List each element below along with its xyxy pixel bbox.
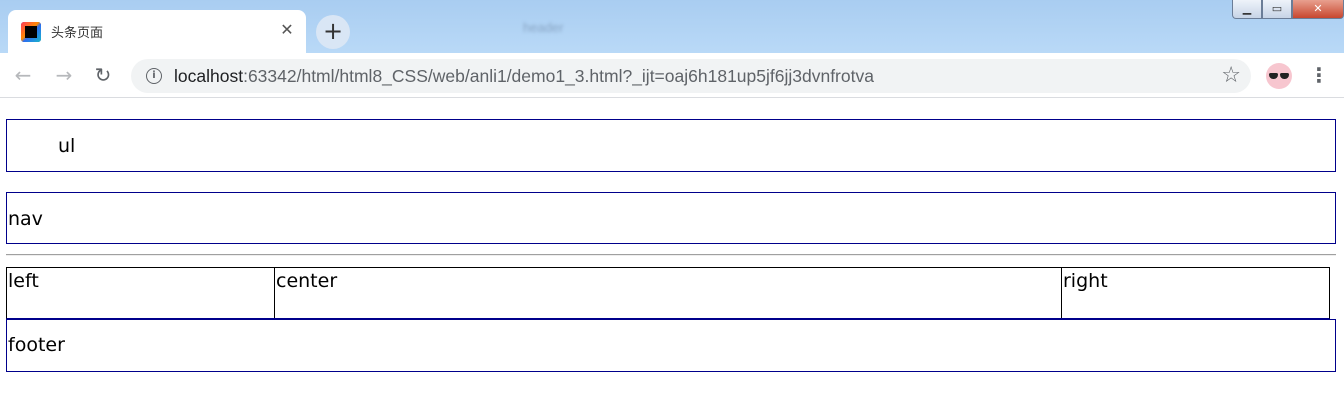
minimize-icon[interactable]: ▁ xyxy=(1232,0,1262,19)
footer-section: footer xyxy=(6,319,1336,372)
left-column: left xyxy=(7,268,275,318)
center-column: center xyxy=(275,268,1062,318)
nav-section: nav xyxy=(6,192,1336,244)
profile-avatar-icon[interactable] xyxy=(1266,63,1292,89)
address-bar[interactable]: i localhost:63342/html/html8_CSS/web/anl… xyxy=(131,59,1251,93)
center-label: center xyxy=(276,270,338,292)
left-label: left xyxy=(8,270,39,292)
info-icon[interactable]: i xyxy=(146,68,162,84)
ul-section: ul xyxy=(6,119,1336,172)
url-text[interactable]: localhost:63342/html/html8_CSS/web/anli1… xyxy=(174,66,874,87)
horizontal-rule xyxy=(6,254,1336,256)
right-label: right xyxy=(1063,270,1108,292)
background-window-text: header xyxy=(523,20,564,35)
ul-label: ul xyxy=(58,135,76,157)
close-icon[interactable]: ✕ xyxy=(278,21,296,39)
window-controls: ▁ ▭ ✕ xyxy=(1232,0,1344,20)
star-icon[interactable]: ☆ xyxy=(1221,63,1241,88)
footer-label: footer xyxy=(8,334,65,356)
arrow-left-icon[interactable]: ← xyxy=(11,63,35,87)
url-host: localhost xyxy=(174,66,244,86)
maximize-icon[interactable]: ▭ xyxy=(1262,0,1292,19)
content-row: left center right xyxy=(6,267,1330,319)
kebab-menu-icon[interactable]: ⋮ xyxy=(1309,62,1329,88)
plus-icon[interactable]: + xyxy=(316,15,350,49)
close-window-icon[interactable]: ✕ xyxy=(1292,0,1344,19)
right-column: right xyxy=(1062,268,1329,318)
tab-strip: header 头条页面 ✕ + ▁ ▭ ✕ xyxy=(0,0,1344,53)
nav-label: nav xyxy=(8,208,43,230)
arrow-right-icon[interactable]: → xyxy=(52,63,76,87)
reload-icon[interactable]: ↻ xyxy=(91,63,115,87)
tab-title: 头条页面 xyxy=(51,26,104,41)
browser-toolbar: ← → ↻ i localhost:63342/html/html8_CSS/w… xyxy=(0,53,1344,98)
active-tab[interactable]: 头条页面 ✕ xyxy=(8,10,306,53)
intellij-favicon-icon xyxy=(21,22,41,42)
url-path: :63342/html/html8_CSS/web/anli1/demo1_3.… xyxy=(243,66,874,86)
